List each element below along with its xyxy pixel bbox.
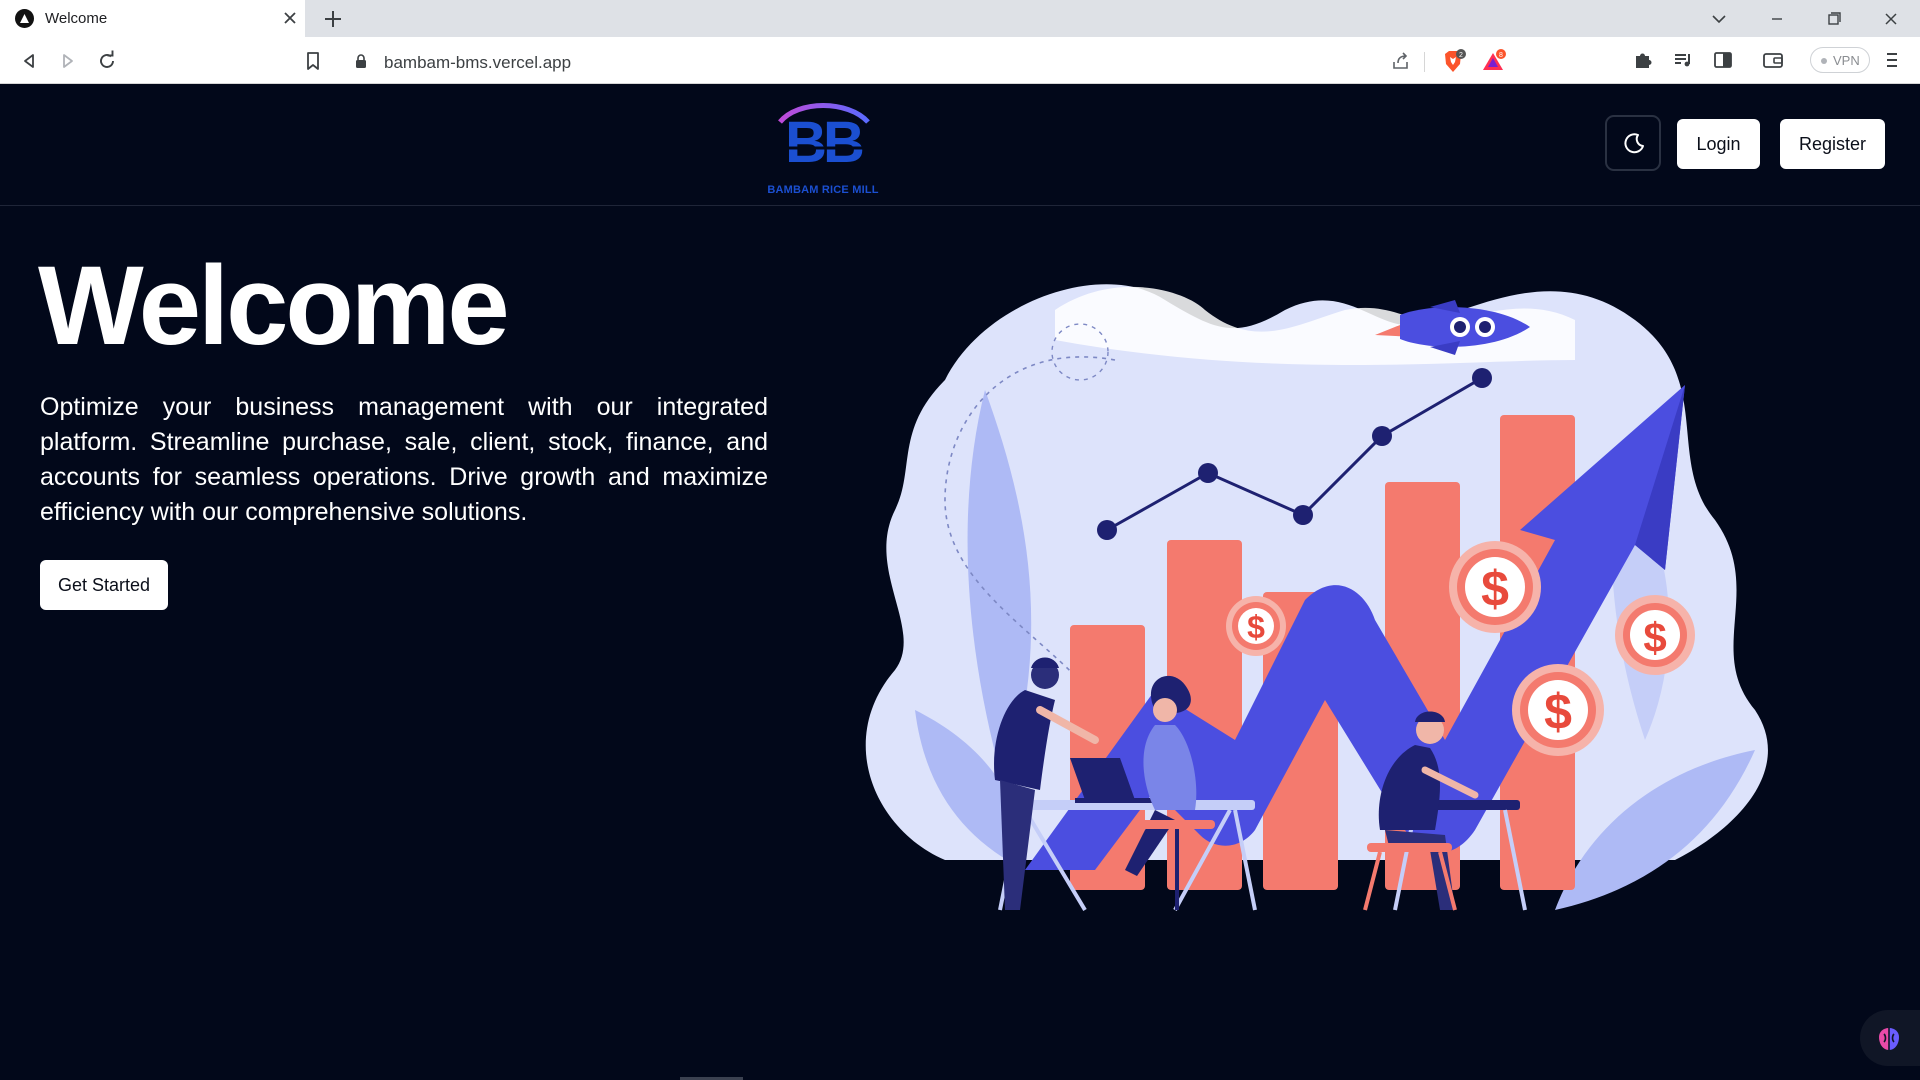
extensions-puzzle-icon[interactable] — [1630, 47, 1656, 73]
dollar-coin-icon: $ — [1449, 541, 1541, 633]
brave-rewards-icon[interactable]: 8 — [1480, 48, 1508, 76]
share-icon[interactable] — [1390, 50, 1412, 72]
close-tab-icon[interactable] — [279, 7, 301, 29]
growth-chart-illustration: $ $ $ $ — [865, 284, 1768, 912]
trend-point — [1293, 505, 1313, 525]
close-window-icon[interactable] — [1876, 6, 1906, 32]
restore-window-icon[interactable] — [1819, 6, 1849, 32]
bambam-logo[interactable]: BB BAMBAM RICE MILL — [758, 98, 888, 196]
register-button[interactable]: Register — [1780, 119, 1885, 169]
new-tab-icon[interactable] — [320, 6, 346, 32]
reload-icon[interactable] — [94, 48, 120, 74]
hero-description: Optimize your business management with o… — [40, 393, 768, 526]
vpn-label: VPN — [1833, 53, 1860, 68]
login-button[interactable]: Login — [1677, 119, 1760, 169]
brave-shields-icon[interactable]: 2 — [1440, 48, 1468, 76]
svg-text:$: $ — [1481, 561, 1509, 617]
omnibox-divider — [1424, 52, 1425, 72]
back-arrow-icon[interactable] — [16, 48, 42, 74]
svg-text:$: $ — [1643, 614, 1666, 661]
main-menu-icon[interactable] — [1879, 47, 1905, 73]
theme-toggle-button[interactable] — [1605, 115, 1661, 171]
dollar-coin-icon: $ — [1512, 664, 1604, 756]
get-started-button[interactable]: Get Started — [40, 560, 168, 610]
trend-point — [1198, 463, 1218, 483]
browser-tab-active[interactable]: Welcome — [0, 0, 305, 37]
trend-point — [1372, 426, 1392, 446]
site-header: BB BAMBAM RICE MILL Login Register — [0, 84, 1920, 206]
tab-search-chevron-icon[interactable] — [1704, 6, 1734, 32]
address-bar[interactable]: bambam-bms.vercel.app 2 8 — [340, 44, 1515, 78]
vpn-status-dot — [1821, 58, 1827, 64]
tab-title: Welcome — [45, 10, 108, 27]
ai-assistant-button[interactable] — [1860, 1010, 1920, 1066]
dollar-coin-icon: $ — [1615, 595, 1695, 675]
svg-text:$: $ — [1247, 609, 1265, 645]
vpn-button[interactable]: VPN — [1810, 47, 1870, 73]
hero-title: Welcome — [38, 243, 510, 368]
dollar-coin-icon: $ — [1226, 596, 1286, 656]
svg-text:8: 8 — [1499, 52, 1503, 59]
forward-arrow-icon[interactable] — [55, 48, 81, 74]
wallet-icon[interactable] — [1760, 47, 1786, 73]
browser-tabbar: Welcome — [0, 0, 1920, 37]
playlist-icon[interactable] — [1670, 47, 1696, 73]
svg-text:2: 2 — [1459, 52, 1463, 59]
logo-text: BAMBAM RICE MILL — [767, 184, 879, 196]
svg-text:BB: BB — [785, 110, 863, 175]
site-favicon-icon — [15, 9, 34, 28]
lock-icon — [356, 54, 366, 68]
svg-text:$: $ — [1544, 684, 1572, 740]
sidebar-toggle-icon[interactable] — [1710, 47, 1736, 73]
moon-icon — [1624, 133, 1644, 154]
browser-toolbar: bambam-bms.vercel.app 2 8 VPN — [0, 37, 1920, 84]
bookmark-icon[interactable] — [300, 48, 326, 74]
brain-icon — [1879, 1028, 1899, 1050]
trend-point — [1472, 368, 1492, 388]
url-text: bambam-bms.vercel.app — [384, 53, 572, 72]
minimize-window-icon[interactable] — [1762, 6, 1792, 32]
trend-point — [1097, 520, 1117, 540]
